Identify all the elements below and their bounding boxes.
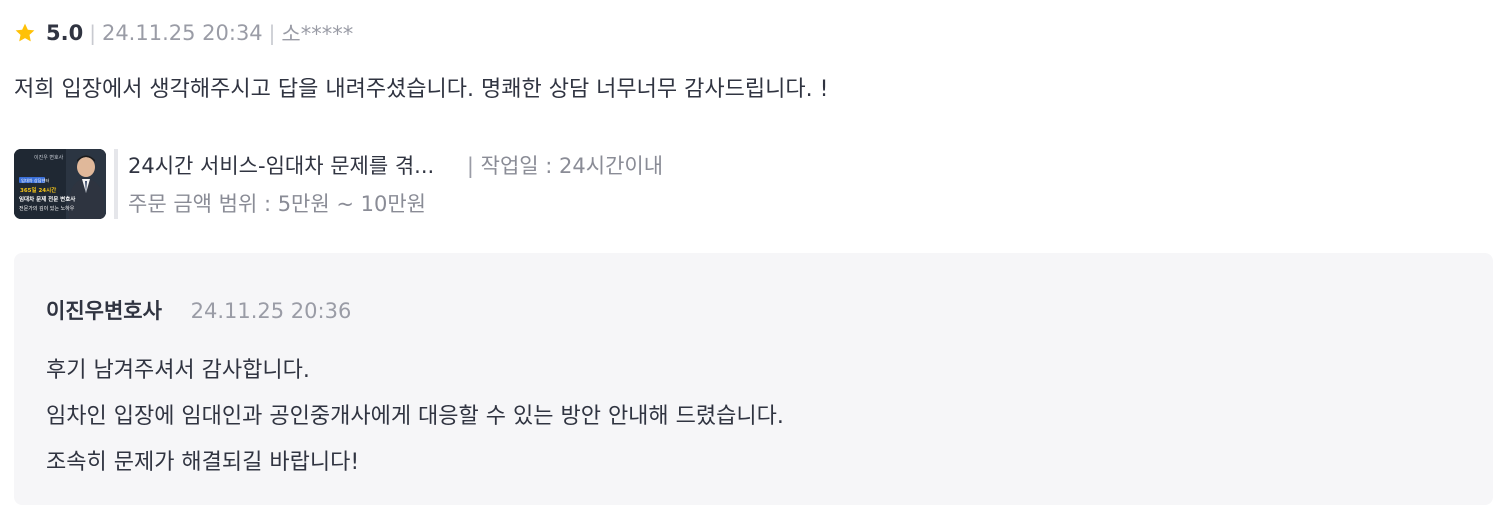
thumbnail-line1: 임대차 문제 전문 변호사 (19, 195, 76, 203)
service-card[interactable]: 이진우 변호사 임대차 상담센터 365일 24시간 임대차 문제 전문 변호사… (14, 149, 663, 219)
review-rating-row: 5.0 | 24.11.25 20:34 | 소***** (14, 19, 353, 47)
thumbnail-divider (114, 149, 118, 219)
seller-reply: 이진우변호사 24.11.25 20:36 후기 남겨주셔서 감사합니다. 임차… (14, 253, 1493, 505)
service-work-days: 작업일 : 24시간이내 (480, 154, 664, 178)
star-icon (15, 23, 35, 42)
review-text: 저희 입장에서 생각해주시고 답을 내려주셨습니다. 명쾌한 상담 너무너무 감… (14, 77, 829, 102)
reply-author: 이진우변호사 (46, 299, 162, 323)
rating-score: 5.0 (46, 21, 84, 45)
thumbnail-badge: 임대차 상담센터 (21, 177, 49, 184)
reply-text: 후기 남겨주셔서 감사합니다. 임차인 입장에 임대인과 공인중개사에게 대응할… (46, 348, 784, 486)
divider: | (268, 21, 276, 45)
reply-line: 후기 남겨주셔서 감사합니다. (46, 358, 310, 383)
reply-date: 24.11.25 20:36 (190, 299, 352, 323)
reply-header: 이진우변호사 24.11.25 20:36 (46, 295, 351, 325)
review-date: 24.11.25 20:34 (101, 21, 263, 45)
reply-line: 조속히 문제가 해결되길 바랍니다! (46, 450, 360, 475)
service-title[interactable]: 24시간 서비스-임대차 문제를 겪... (128, 154, 434, 178)
thumbnail-highlight: 365일 24시간 (20, 186, 56, 194)
divider: | (466, 154, 474, 178)
thumbnail-tag: 이진우 변호사 (34, 154, 64, 161)
review-author: 소***** (281, 22, 354, 46)
lawyer-thumbnail-image: 이진우 변호사 임대차 상담센터 365일 24시간 임대차 문제 전문 변호사… (14, 149, 106, 219)
service-price-range: 주문 금액 범위 : 5만원 ~ 10만원 (128, 192, 427, 216)
service-thumbnail[interactable]: 이진우 변호사 임대차 상담센터 365일 24시간 임대차 문제 전문 변호사… (14, 149, 106, 219)
service-info: 24시간 서비스-임대차 문제를 겪... | 작업일 : 24시간이내 주문 … (128, 149, 663, 219)
thumbnail-line2: 전문가의 깊이 있는 노하우 (19, 205, 75, 212)
divider: | (89, 21, 96, 45)
reply-line: 임차인 입장에 임대인과 공인중개사에게 대응할 수 있는 방안 안내해 드렸습… (46, 404, 784, 429)
